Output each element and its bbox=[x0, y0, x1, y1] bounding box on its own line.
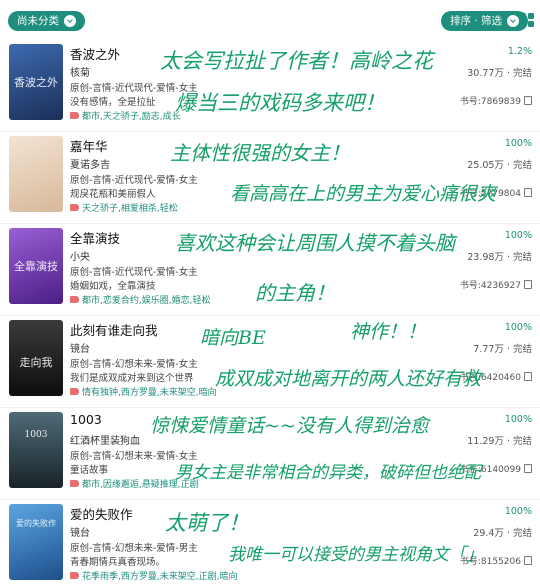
book-tags: 都市,恋爱合约,娱乐圈,婚恋,轻松 bbox=[70, 293, 210, 306]
read-progress: 100% bbox=[504, 506, 532, 517]
book-title: 1003 bbox=[70, 412, 102, 427]
book-author: 红酒杯里装狗血 bbox=[70, 436, 140, 447]
read-progress: 100% bbox=[504, 414, 532, 425]
sort-filter-label: 排序 · 筛选 bbox=[450, 15, 503, 27]
book-description: 婚姻如戏，全靠演技 bbox=[70, 281, 156, 292]
tag-icon bbox=[70, 480, 79, 487]
book-description: 童话故事 bbox=[70, 465, 109, 476]
copy-icon[interactable] bbox=[524, 372, 532, 381]
book-genre: 原创-言情-幻想未来-爱情-男主 bbox=[70, 543, 198, 554]
book-id: 书号:8155206 bbox=[460, 554, 532, 567]
word-count-status: 7.77万 · 完结 bbox=[473, 344, 532, 355]
book-tags: 都市,天之骄子,励志,成长 bbox=[70, 109, 181, 122]
chevron-down-icon bbox=[64, 15, 76, 27]
read-progress: 100% bbox=[504, 322, 532, 333]
category-filter-label: 尚未分类 bbox=[17, 15, 59, 27]
read-progress: 100% bbox=[504, 230, 532, 241]
book-tags: 花季雨季,西方罗曼,未来架空,正剧,暗向 bbox=[70, 569, 237, 582]
book-item[interactable]: 爱的失败作 爱的失败作 镜台 原创-言情-幻想未来-爱情-男主 青春期情兵真香现… bbox=[0, 498, 540, 585]
top-bar: 尚未分类 排序 · 筛选 bbox=[0, 0, 540, 40]
book-id: 书号:5779804 bbox=[460, 186, 532, 199]
copy-icon[interactable] bbox=[524, 464, 532, 473]
copy-icon[interactable] bbox=[524, 556, 532, 565]
book-id: 书号:6420460 bbox=[460, 370, 532, 383]
book-cover: 香波之外 bbox=[9, 44, 63, 120]
word-count-status: 11.29万 · 完结 bbox=[467, 436, 532, 447]
book-tags: 都市,因缘邂逅,悬疑推理,正剧 bbox=[70, 477, 199, 490]
book-author: 小央 bbox=[70, 252, 90, 263]
book-genre: 原创-言情-幻想未来-爱情-女主 bbox=[70, 451, 198, 462]
tag-icon bbox=[70, 204, 79, 211]
book-id: 书号:6140099 bbox=[460, 462, 532, 475]
copy-icon[interactable] bbox=[524, 96, 532, 105]
book-description: 没有感情，全是拉扯 bbox=[70, 97, 156, 108]
book-title: 此刻有谁走向我 bbox=[70, 323, 158, 338]
book-title: 嘉年华 bbox=[70, 139, 108, 154]
book-author: 镜台 bbox=[70, 344, 90, 355]
book-description: 青春期情兵真香现场。 bbox=[70, 557, 166, 568]
category-filter-button[interactable]: 尚未分类 bbox=[8, 11, 85, 31]
book-cover: 全靠演技 bbox=[9, 228, 63, 304]
book-title: 爱的失败作 bbox=[70, 507, 133, 522]
book-cover: 走向我 bbox=[9, 320, 63, 396]
tag-icon bbox=[70, 572, 79, 579]
tag-icon bbox=[70, 388, 79, 395]
grid-view-icon[interactable] bbox=[520, 13, 534, 27]
book-cover: 爱的失败作 bbox=[9, 504, 63, 580]
word-count-status: 25.05万 · 完结 bbox=[467, 160, 532, 171]
book-tags: 情有独钟,西方罗曼,未来架空,暗向 bbox=[70, 385, 217, 398]
sort-filter-button[interactable]: 排序 · 筛选 bbox=[441, 11, 529, 31]
book-tags: 天之骄子,相爱相杀,轻松 bbox=[70, 201, 178, 214]
book-author: 夏诺多吉 bbox=[70, 160, 110, 171]
book-title: 香波之外 bbox=[70, 47, 121, 62]
read-progress: 1.2% bbox=[507, 46, 532, 57]
book-title: 全靠演技 bbox=[70, 231, 121, 246]
book-genre: 原创-言情-幻想未来-爱情-女主 bbox=[70, 359, 198, 370]
book-id: 书号:4236927 bbox=[460, 278, 532, 291]
book-author: 镜台 bbox=[70, 528, 90, 539]
book-description: 我们是成双成对来到这个世界 bbox=[70, 373, 194, 384]
book-item[interactable]: 香波之外 香波之外 核菊 原创-言情-近代现代-爱情-女主 没有感情，全是拉扯 … bbox=[0, 38, 540, 132]
word-count-status: 29.4万 · 完结 bbox=[473, 528, 532, 539]
book-item[interactable]: 全靠演技 全靠演技 小央 原创-言情-近代现代-爱情-女主 婚姻如戏，全靠演技 … bbox=[0, 222, 540, 316]
word-count-status: 23.98万 · 完结 bbox=[467, 252, 532, 263]
book-author: 核菊 bbox=[70, 68, 90, 79]
copy-icon[interactable] bbox=[524, 188, 532, 197]
book-genre: 原创-言情-近代现代-爱情-女主 bbox=[70, 175, 198, 186]
book-description: 规戾花瓶和美丽假人 bbox=[70, 189, 156, 200]
book-cover bbox=[9, 136, 63, 212]
book-id: 书号:7869839 bbox=[460, 94, 532, 107]
book-item[interactable]: 嘉年华 夏诺多吉 原创-言情-近代现代-爱情-女主 规戾花瓶和美丽假人 天之骄子… bbox=[0, 130, 540, 224]
copy-icon[interactable] bbox=[524, 280, 532, 289]
chevron-down-icon bbox=[507, 15, 520, 27]
book-cover: 1003 bbox=[9, 412, 63, 488]
book-genre: 原创-言情-近代现代-爱情-女主 bbox=[70, 267, 198, 278]
tag-icon bbox=[70, 296, 79, 303]
book-item[interactable]: 走向我 此刻有谁走向我 镜台 原创-言情-幻想未来-爱情-女主 我们是成双成对来… bbox=[0, 314, 540, 408]
word-count-status: 30.77万 · 完结 bbox=[467, 68, 532, 79]
book-item[interactable]: 1003 1003 红酒杯里装狗血 原创-言情-幻想未来-爱情-女主 童话故事 … bbox=[0, 406, 540, 500]
book-genre: 原创-言情-近代现代-爱情-女主 bbox=[70, 83, 198, 94]
tag-icon bbox=[70, 112, 79, 119]
read-progress: 100% bbox=[504, 138, 532, 149]
